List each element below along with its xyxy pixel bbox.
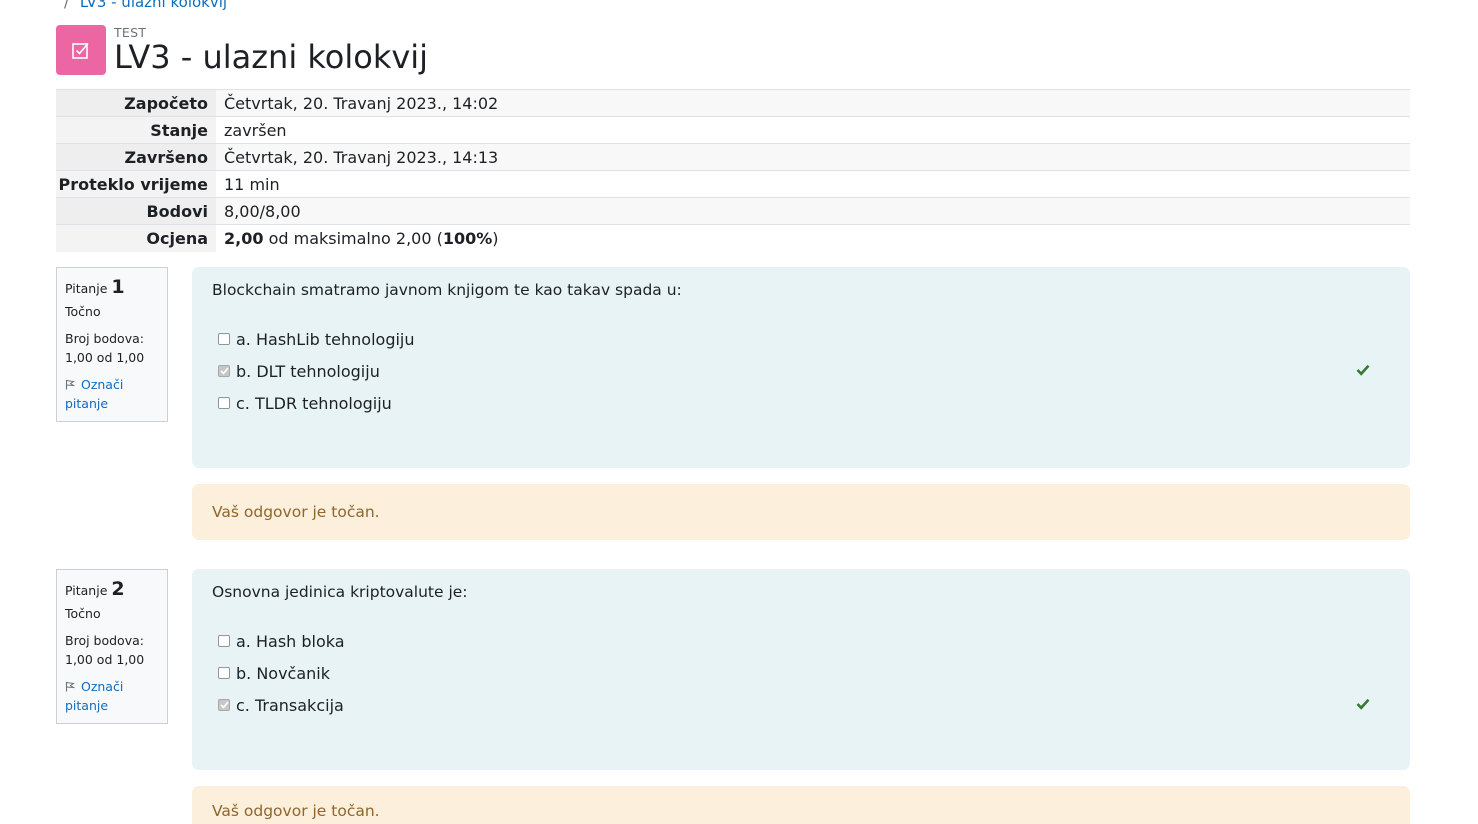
answer-label: a. Hash bloka (236, 631, 345, 651)
attempt-summary-table: Započeto Četvrtak, 20. Travanj 2023., 14… (56, 89, 1410, 252)
answer-option[interactable]: c. Transakcija (212, 689, 1390, 721)
answer-checkbox[interactable] (218, 667, 230, 679)
grade-value: 1,00 od 1,00 (65, 652, 145, 667)
question-1-feedback: Vaš odgovor je točan. (192, 484, 1410, 540)
summary-value: 2,00 od maksimalno 2,00 (100%) (216, 224, 1410, 252)
summary-value: 8,00/8,00 (216, 197, 1410, 225)
answer-label: c. TLDR tehnologiju (236, 393, 392, 413)
question-number: Pitanje 1 (65, 276, 159, 298)
breadcrumb-separator: / (64, 0, 70, 11)
answer-checkbox[interactable] (218, 397, 230, 409)
summary-value: završen (216, 116, 1410, 144)
answer-option[interactable]: a. Hash bloka (212, 625, 1390, 657)
question-1-formulation: Blockchain smatramo javnom knjigom te ka… (192, 267, 1410, 468)
summary-label: Stanje (56, 116, 216, 144)
question-prefix: Pitanje (65, 281, 108, 296)
question-prefix: Pitanje (65, 583, 108, 598)
summary-value: 11 min (216, 170, 1410, 198)
check-icon (219, 701, 229, 709)
answer-label: c. Transakcija (236, 695, 344, 715)
question-number: Pitanje 2 (65, 578, 159, 600)
summary-label: Završeno (56, 143, 216, 171)
answer-checkbox-checked[interactable] (218, 365, 230, 377)
flag-question-link[interactable]: Označi pitanje (65, 375, 159, 413)
question-state: Točno (65, 606, 101, 621)
summary-row-time-taken: Proteklo vrijeme 11 min (56, 170, 1410, 198)
question-text: Blockchain smatramo javnom knjigom te ka… (212, 281, 682, 299)
correct-tick-icon (1356, 698, 1370, 710)
question-1-info: Pitanje 1 Točno Broj bodova: 1,00 od 1,00… (56, 267, 168, 422)
answer-option[interactable]: b. Novčanik (212, 657, 1390, 689)
summary-row-marks: Bodovi 8,00/8,00 (56, 197, 1410, 225)
answer-option[interactable]: b. DLT tehnologiju (212, 355, 1390, 387)
summary-row-state: Stanje završen (56, 116, 1410, 144)
answer-checkbox-checked[interactable] (218, 699, 230, 711)
grade-end-text: ) (492, 228, 499, 248)
question-number-value: 1 (111, 276, 125, 298)
summary-label: Bodovi (56, 197, 216, 225)
page-title: LV3 - ulazni kolokvij (114, 38, 429, 76)
answer-option[interactable]: c. TLDR tehnologiju (212, 387, 1390, 419)
summary-row-started: Započeto Četvrtak, 20. Travanj 2023., 14… (56, 89, 1410, 117)
summary-value: Četvrtak, 20. Travanj 2023., 14:02 (216, 89, 1410, 117)
breadcrumb: / LV3 - ulazni kolokvij (64, 0, 227, 11)
question-number-value: 2 (111, 578, 125, 600)
summary-label: Započeto (56, 89, 216, 117)
answer-label: a. HashLib tehnologiju (236, 329, 415, 349)
summary-value: Četvrtak, 20. Travanj 2023., 14:13 (216, 143, 1410, 171)
breadcrumb-link-current[interactable]: LV3 - ulazni kolokvij (80, 0, 227, 11)
grade-label: Broj bodova: (65, 331, 144, 346)
question-grade: Broj bodova: 1,00 od 1,00 (65, 329, 159, 367)
answer-label: b. Novčanik (236, 663, 331, 683)
question-grade: Broj bodova: 1,00 od 1,00 (65, 631, 159, 669)
answer-checkbox[interactable] (218, 635, 230, 647)
grade-value: 1,00 od 1,00 (65, 350, 145, 365)
grade-percent: 100% (442, 228, 493, 248)
answer-option[interactable]: a. HashLib tehnologiju (212, 323, 1390, 355)
summary-label: Ocjena (56, 224, 216, 252)
question-2-formulation: Osnovna jedinica kriptovalute je: a. Has… (192, 569, 1410, 770)
question-2-feedback: Vaš odgovor je točan. (192, 786, 1410, 824)
flag-question-link[interactable]: Označi pitanje (65, 677, 159, 715)
answer-label: b. DLT tehnologiju (236, 361, 380, 381)
question-text: Osnovna jedinica kriptovalute je: (212, 583, 468, 601)
grade-middle-text: od maksimalno 2,00 ( (263, 228, 443, 248)
quiz-checkbox-icon (56, 25, 106, 75)
flag-icon (65, 380, 76, 390)
grade-label: Broj bodova: (65, 633, 144, 648)
grade-value: 2,00 (224, 228, 264, 248)
correct-tick-icon (1356, 364, 1370, 376)
summary-row-completed: Završeno Četvrtak, 20. Travanj 2023., 14… (56, 143, 1410, 171)
answer-checkbox[interactable] (218, 333, 230, 345)
question-state: Točno (65, 304, 101, 319)
question-2-info: Pitanje 2 Točno Broj bodova: 1,00 od 1,00… (56, 569, 168, 724)
check-icon (219, 367, 229, 375)
flag-icon (65, 682, 76, 692)
summary-label: Proteklo vrijeme (56, 170, 216, 198)
summary-row-grade: Ocjena 2,00 od maksimalno 2,00 (100%) (56, 224, 1410, 252)
